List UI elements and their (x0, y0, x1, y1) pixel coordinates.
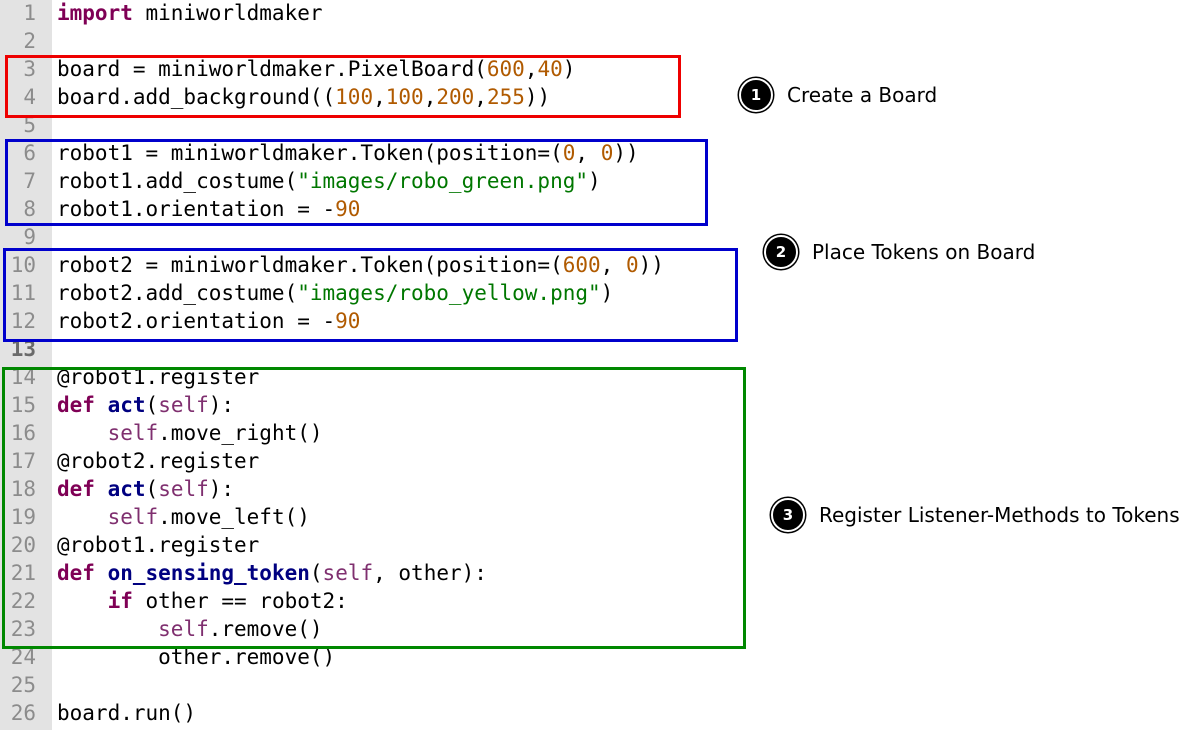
callout-1: 1 Create a Board (739, 78, 937, 112)
annotation-box-token-1 (5, 139, 708, 226)
line-number: 2 (23, 29, 36, 53)
line-number: 26 (10, 701, 36, 725)
callout-3: 3 Register Listener-Methods to Tokens (771, 498, 1180, 532)
step-badge-3: 3 (771, 498, 805, 532)
step-badge-2: 2 (764, 235, 798, 269)
annotation-box-board (5, 55, 681, 118)
step-badge-1: 1 (739, 78, 773, 112)
line-number: 25 (10, 673, 36, 697)
code-token: import (57, 1, 133, 25)
code-token: miniworldmaker (132, 1, 323, 25)
callout-2: 2 Place Tokens on Board (764, 235, 1035, 269)
code-text[interactable]: board.run() (57, 699, 196, 727)
annotation-box-listeners (2, 367, 746, 649)
code-token: board.run() (57, 701, 197, 725)
callout-label-3: Register Listener-Methods to Tokens (819, 503, 1180, 527)
callout-label-1: Create a Board (787, 83, 938, 107)
line-number: 9 (23, 225, 36, 249)
callout-label-2: Place Tokens on Board (812, 240, 1036, 264)
annotation-box-token-2 (3, 248, 738, 342)
line-number: 1 (23, 1, 36, 25)
code-text[interactable]: import miniworldmaker (57, 0, 323, 27)
